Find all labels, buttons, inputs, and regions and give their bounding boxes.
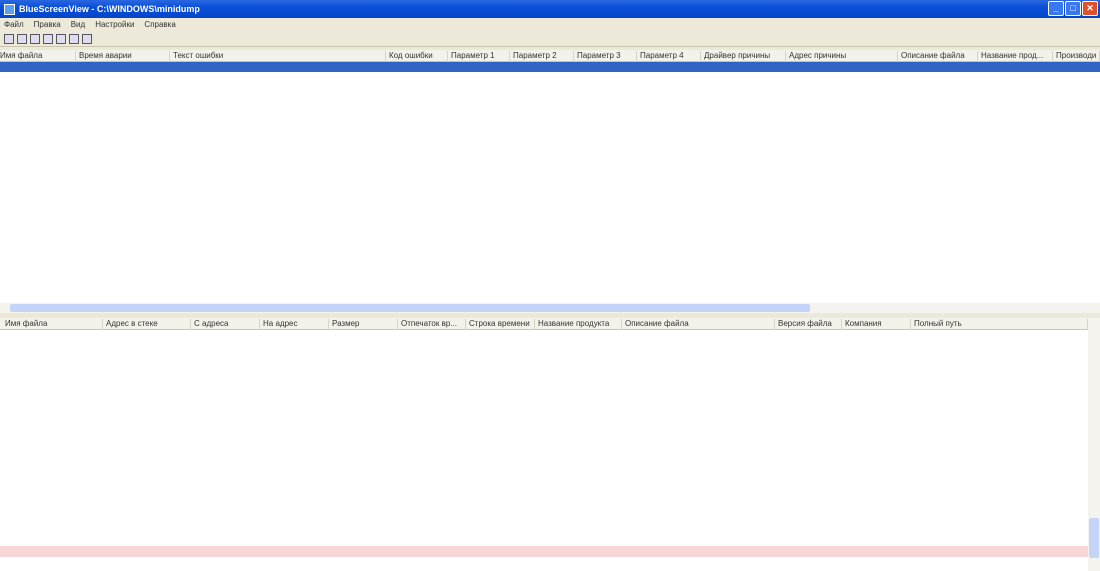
table-row[interactable]: vga.sys0xf79720000xf79772000x000052000x4… bbox=[0, 484, 1088, 494]
column-header[interactable]: Версия файла bbox=[775, 319, 842, 330]
table-row[interactable]: update.sys0xf68b90000xf6916f000x0005df00… bbox=[0, 402, 1088, 412]
app-icon bbox=[4, 3, 15, 15]
title-bar: BlueScreenView - C:\WINDOWS\minidump _ □… bbox=[0, 0, 1100, 18]
table-row[interactable]: usbuhci.sys0xf79120000xf79170800x0000508… bbox=[0, 464, 1088, 474]
column-header[interactable]: Строка времени bbox=[466, 319, 535, 330]
column-header[interactable]: Адрес в стеке bbox=[103, 319, 191, 330]
table-row[interactable]: win32k.syswin32k.sys+48cad0xbf8000000xbf… bbox=[0, 546, 1088, 557]
table-row[interactable]: sysaudio.sys0xa95a20000xa96b0d800x0000ed… bbox=[0, 361, 1088, 371]
column-header[interactable]: Параметр 3 bbox=[574, 51, 637, 62]
menu-bar: Файл Правка Вид Настройки Справка bbox=[0, 18, 1100, 30]
scroll-thumb[interactable] bbox=[10, 304, 810, 312]
column-header[interactable]: Драйвер причины bbox=[701, 51, 786, 62]
table-row[interactable]: wanarp.sys0xf78820000xf788a7000x00008700… bbox=[0, 515, 1088, 525]
menu-item[interactable]: Правка bbox=[34, 20, 61, 29]
column-header[interactable]: Полный путь bbox=[911, 319, 1088, 330]
menu-item[interactable]: Вид bbox=[71, 20, 85, 29]
find-icon[interactable] bbox=[69, 33, 79, 44]
column-header[interactable]: Имя файла bbox=[2, 319, 103, 330]
table-row[interactable]: TDI.SYS0xf79320000xf7936a800x00004a800x4… bbox=[0, 381, 1088, 391]
table-row[interactable]: USBD.SYS0xf7b2a0000xf7b2b2800x000012800x… bbox=[0, 423, 1088, 433]
driver-list: Имя файла Адрес в стеке С адреса На адрес Ра… bbox=[0, 318, 1088, 571]
table-row[interactable]: sr.sys0xf74430000xf7454f000x00011f000x48… bbox=[0, 330, 1088, 340]
column-header[interactable]: Компания bbox=[842, 319, 911, 330]
crash-list: Имя файла Время аварии Текст ошибки Код оши… bbox=[0, 50, 1100, 303]
vertical-scrollbar[interactable] bbox=[1088, 318, 1100, 571]
table-row[interactable]: VIDEOPRT.SYS0xf6b310000xf6b44f000x00013f… bbox=[0, 495, 1088, 505]
column-header-row: Имя файла Время аварии Текст ошибки Код оши… bbox=[0, 50, 1100, 62]
table-row[interactable]: VolSnap.sys0xf76320000xf763eb000x0000cb0… bbox=[0, 505, 1088, 515]
column-header[interactable]: Название прод... bbox=[978, 51, 1053, 62]
table-row[interactable]: usbehci.sys0xf791a0000xf79216000x0000760… bbox=[0, 433, 1088, 443]
table-row[interactable]: usbccgp.sys0xf79b20000xf79b9d800x00007d8… bbox=[0, 412, 1088, 422]
horizontal-scrollbar[interactable] bbox=[0, 303, 1100, 313]
properties-icon[interactable] bbox=[30, 33, 40, 44]
column-header[interactable]: С адреса bbox=[191, 319, 260, 330]
table-row[interactable]: usbhub.sys0xf78220000xf78308800x0000e880… bbox=[0, 443, 1088, 453]
column-header[interactable]: Имя файла bbox=[0, 51, 76, 62]
menu-item[interactable]: Настройки bbox=[95, 20, 134, 29]
column-header[interactable]: Производи bbox=[1053, 51, 1100, 62]
scroll-thumb[interactable] bbox=[1089, 518, 1099, 558]
table-row[interactable]: 050612-01.dmp06.05.2012 10:49:22KERNEL_M… bbox=[0, 62, 1100, 73]
table-row[interactable]: tcpip.sys0xac6aa0000xac7024800x000584800… bbox=[0, 371, 1088, 381]
column-header[interactable]: Описание файла bbox=[898, 51, 978, 62]
column-header[interactable]: Размер bbox=[329, 319, 398, 330]
menu-item[interactable]: Справка bbox=[144, 20, 175, 29]
column-header[interactable]: Описание файла bbox=[622, 319, 775, 330]
table-row[interactable]: USBPORT.SYS0xf6ae50000xf6b082000x0002320… bbox=[0, 454, 1088, 464]
column-header[interactable]: Код ошибки bbox=[386, 51, 448, 62]
close-button[interactable]: ✕ bbox=[1082, 1, 1098, 16]
toolbar bbox=[0, 31, 1100, 47]
new-icon[interactable] bbox=[4, 33, 14, 44]
column-header[interactable]: Параметр 4 bbox=[637, 51, 701, 62]
column-header[interactable]: Текст ошибки bbox=[170, 51, 386, 62]
html-report-icon[interactable] bbox=[56, 33, 66, 44]
column-header[interactable]: Адрес причины bbox=[786, 51, 898, 62]
column-header[interactable]: На адрес bbox=[260, 319, 329, 330]
table-row[interactable]: srv.sys0xa8f710000xa8fc86000x000576000x4… bbox=[0, 340, 1088, 350]
column-header[interactable]: Время аварии bbox=[76, 51, 170, 62]
table-row[interactable]: usbvideo.sys0xac46c0000xac489d800x0001dd… bbox=[0, 474, 1088, 484]
save-icon[interactable] bbox=[17, 33, 27, 44]
column-header[interactable]: Отпечаток вр... bbox=[398, 319, 466, 330]
table-row[interactable]: swenum.sys0xf7b260000xf7b271000x00001100… bbox=[0, 351, 1088, 361]
table-row[interactable]: WMILIB.SYS0xf7b140000xf7b151000x00001100… bbox=[0, 557, 1088, 567]
table-row[interactable]: watchdog.sys0xf79ba0000xf79be5000x000045… bbox=[0, 526, 1088, 536]
column-header[interactable]: Название продукта bbox=[535, 319, 622, 330]
maximize-button[interactable]: □ bbox=[1065, 1, 1081, 16]
table-row[interactable]: wdmaud.sys0xa947f0000xa94934800x00014480… bbox=[0, 536, 1088, 546]
copy-icon[interactable] bbox=[43, 33, 53, 44]
column-header[interactable]: Параметр 2 bbox=[510, 51, 574, 62]
minimize-button[interactable]: _ bbox=[1048, 1, 1064, 16]
column-header-row: Имя файла Адрес в стеке С адреса На адрес Ра… bbox=[0, 318, 1088, 330]
window-title: BlueScreenView - C:\WINDOWS\minidump bbox=[19, 4, 200, 14]
table-row[interactable]: termdd.sys0xf77e20000xf77ebf000x00009f00… bbox=[0, 392, 1088, 402]
menu-item[interactable]: Файл bbox=[4, 20, 24, 29]
exit-icon[interactable] bbox=[82, 33, 92, 44]
column-header[interactable]: Параметр 1 bbox=[448, 51, 510, 62]
